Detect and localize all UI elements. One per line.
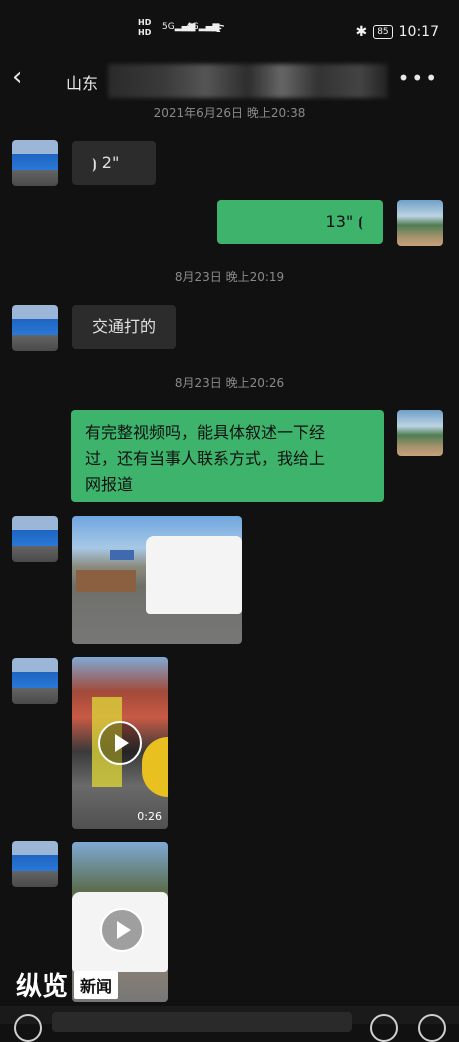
van-graphic: [146, 536, 242, 614]
avatar-other[interactable]: [12, 140, 58, 186]
video-message[interactable]: 0:26: [72, 657, 168, 829]
watermark-logo: 纵览: [16, 972, 69, 1002]
avatar-other[interactable]: [12, 305, 58, 351]
hd-label-2: HD: [138, 28, 152, 37]
voice-message-self[interactable]: 13" ⦗: [217, 200, 383, 244]
signal-label-2: 4G: [186, 22, 199, 32]
voice-icon: ⦗: [358, 215, 363, 231]
play-icon[interactable]: [100, 908, 144, 952]
avatar-other[interactable]: [12, 516, 58, 562]
status-right: ✱ 85 10:17: [355, 24, 439, 40]
avatar-other[interactable]: [12, 841, 58, 887]
avatar-self[interactable]: [397, 200, 443, 246]
voice-duration: 2": [101, 153, 120, 172]
emoji-icon[interactable]: [370, 1014, 398, 1042]
message-line: 有完整视频吗，能具体叙述一下经: [85, 423, 326, 442]
timestamp: 2021年6月26日 晚上20:38: [153, 106, 306, 120]
battery-indicator: 85: [373, 25, 393, 39]
input-bar: [0, 1006, 459, 1042]
hd-indicator: HD HD: [138, 18, 151, 38]
text-message-other[interactable]: 交通打的: [72, 305, 176, 349]
clock: 10:17: [398, 24, 439, 40]
blurred-name-area: [108, 64, 388, 98]
image-message[interactable]: [72, 516, 242, 644]
message-line: 网报道: [85, 475, 134, 494]
voice-message-other[interactable]: ⦘ 2": [72, 141, 156, 185]
play-icon[interactable]: [98, 721, 142, 765]
plus-icon[interactable]: [418, 1014, 446, 1042]
sign-graphic: [110, 550, 134, 560]
news-watermark: 纵览 新闻: [16, 966, 119, 1003]
car-graphic: [142, 737, 168, 797]
truck-graphic: [76, 570, 136, 592]
voice-toggle-icon[interactable]: [14, 1014, 42, 1042]
chevron-left-icon[interactable]: ‹: [12, 62, 22, 92]
chat-title[interactable]: 山东: [66, 70, 98, 94]
voice-duration: 13": [325, 212, 354, 231]
message-line: 过，还有当事人联系方式，我给上: [85, 449, 326, 468]
timestamp: 8月23日 晚上20:19: [174, 270, 285, 284]
signal-label-1: 5G: [162, 22, 175, 32]
hd-label-1: HD: [138, 18, 152, 27]
avatar-self[interactable]: [397, 410, 443, 456]
timestamp: 8月23日 晚上20:26: [174, 376, 285, 390]
text-message-self[interactable]: 有完整视频吗，能具体叙述一下经 过，还有当事人联系方式，我给上 网报道: [71, 410, 384, 502]
wifi-icon: ᯤ: [212, 20, 225, 36]
avatar-other[interactable]: [12, 658, 58, 704]
video-duration: 0:26: [137, 810, 162, 823]
more-icon[interactable]: •••: [398, 66, 439, 90]
voice-icon: ⦘: [92, 156, 97, 172]
status-bar: HD HD 5G▂▄▆ 4G▂▄▆ ᯤ ✱ 85 10:17: [0, 0, 459, 56]
bluetooth-icon: ✱: [355, 24, 368, 40]
message-input[interactable]: [52, 1012, 352, 1032]
chat-header: ‹ 山东 •••: [0, 56, 459, 104]
watermark-news: 新闻: [74, 970, 119, 999]
